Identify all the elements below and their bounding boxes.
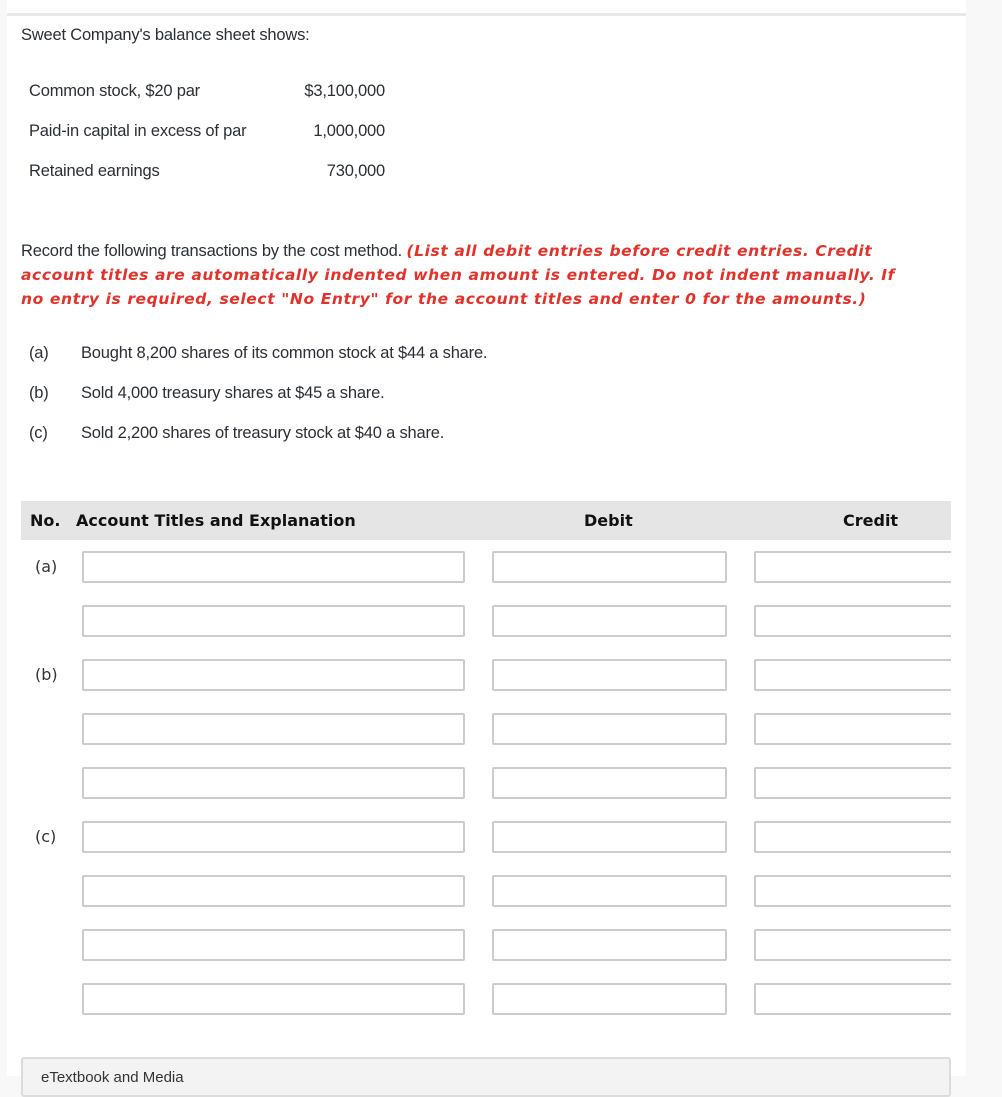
header-credit: Credit [843, 511, 899, 530]
credit-input[interactable] [754, 929, 951, 961]
transaction-key: (c) [29, 424, 48, 442]
header-debit: Debit [584, 511, 633, 530]
debit-input[interactable] [492, 767, 727, 799]
balance-sheet-value: 1,000,000 [313, 122, 385, 140]
account-title-input[interactable] [82, 875, 465, 907]
debit-input[interactable] [492, 929, 727, 961]
transaction-key: (b) [29, 384, 49, 402]
balance-sheet-label: Paid-in capital in excess of par [29, 122, 247, 140]
transaction-text: Bought 8,200 shares of its common stock … [81, 344, 488, 362]
credit-input[interactable] [754, 605, 951, 637]
journal-row: (a) [21, 551, 951, 583]
journal-table-header: No. Account Titles and Explanation Debit… [21, 501, 951, 540]
credit-input[interactable] [754, 821, 951, 853]
journal-row [21, 713, 951, 745]
journal-row [21, 929, 951, 961]
debit-input[interactable] [492, 875, 727, 907]
credit-input[interactable] [754, 875, 951, 907]
account-title-input[interactable] [82, 983, 465, 1015]
account-title-input[interactable] [82, 659, 465, 691]
credit-input[interactable] [754, 767, 951, 799]
journal-row [21, 875, 951, 907]
etextbook-media-panel[interactable]: eTextbook and Media [21, 1057, 951, 1097]
row-number: (c) [35, 827, 57, 846]
balance-sheet-label: Common stock, $20 par [29, 82, 200, 100]
debit-input[interactable] [492, 605, 727, 637]
header-no: No. [30, 511, 61, 530]
transaction-text: Sold 4,000 treasury shares at $45 a shar… [81, 384, 385, 402]
journal-row [21, 983, 951, 1015]
balance-sheet-label: Retained earnings [29, 162, 160, 180]
etextbook-media-label: eTextbook and Media [41, 1069, 184, 1086]
transaction-key: (a) [29, 344, 49, 362]
row-number: (a) [35, 557, 58, 576]
debit-input[interactable] [492, 983, 727, 1015]
account-title-input[interactable] [82, 767, 465, 799]
debit-input[interactable] [492, 713, 727, 745]
row-number: (b) [35, 665, 58, 684]
debit-input[interactable] [492, 551, 727, 583]
account-title-input[interactable] [82, 551, 465, 583]
balance-sheet-value: $3,100,000 [304, 82, 385, 100]
journal-row: (c) [21, 821, 951, 853]
debit-input[interactable] [492, 659, 727, 691]
header-account: Account Titles and Explanation [76, 511, 356, 530]
debit-input[interactable] [492, 821, 727, 853]
journal-row [21, 767, 951, 799]
balance-sheet-value: 730,000 [326, 162, 385, 180]
account-title-input[interactable] [82, 821, 465, 853]
instruction-text: Record the following transactions by the… [21, 242, 403, 260]
instructions: Record the following transactions by the… [21, 239, 921, 311]
problem-intro: Sweet Company's balance sheet shows: [21, 26, 310, 44]
credit-input[interactable] [754, 713, 951, 745]
credit-input[interactable] [754, 983, 951, 1015]
credit-input[interactable] [754, 659, 951, 691]
journal-row: (b) [21, 659, 951, 691]
transaction-text: Sold 2,200 shares of treasury stock at $… [81, 424, 445, 442]
account-title-input[interactable] [82, 605, 465, 637]
account-title-input[interactable] [82, 929, 465, 961]
credit-input[interactable] [754, 551, 951, 583]
account-title-input[interactable] [82, 713, 465, 745]
top-divider [7, 13, 966, 16]
journal-row [21, 605, 951, 637]
